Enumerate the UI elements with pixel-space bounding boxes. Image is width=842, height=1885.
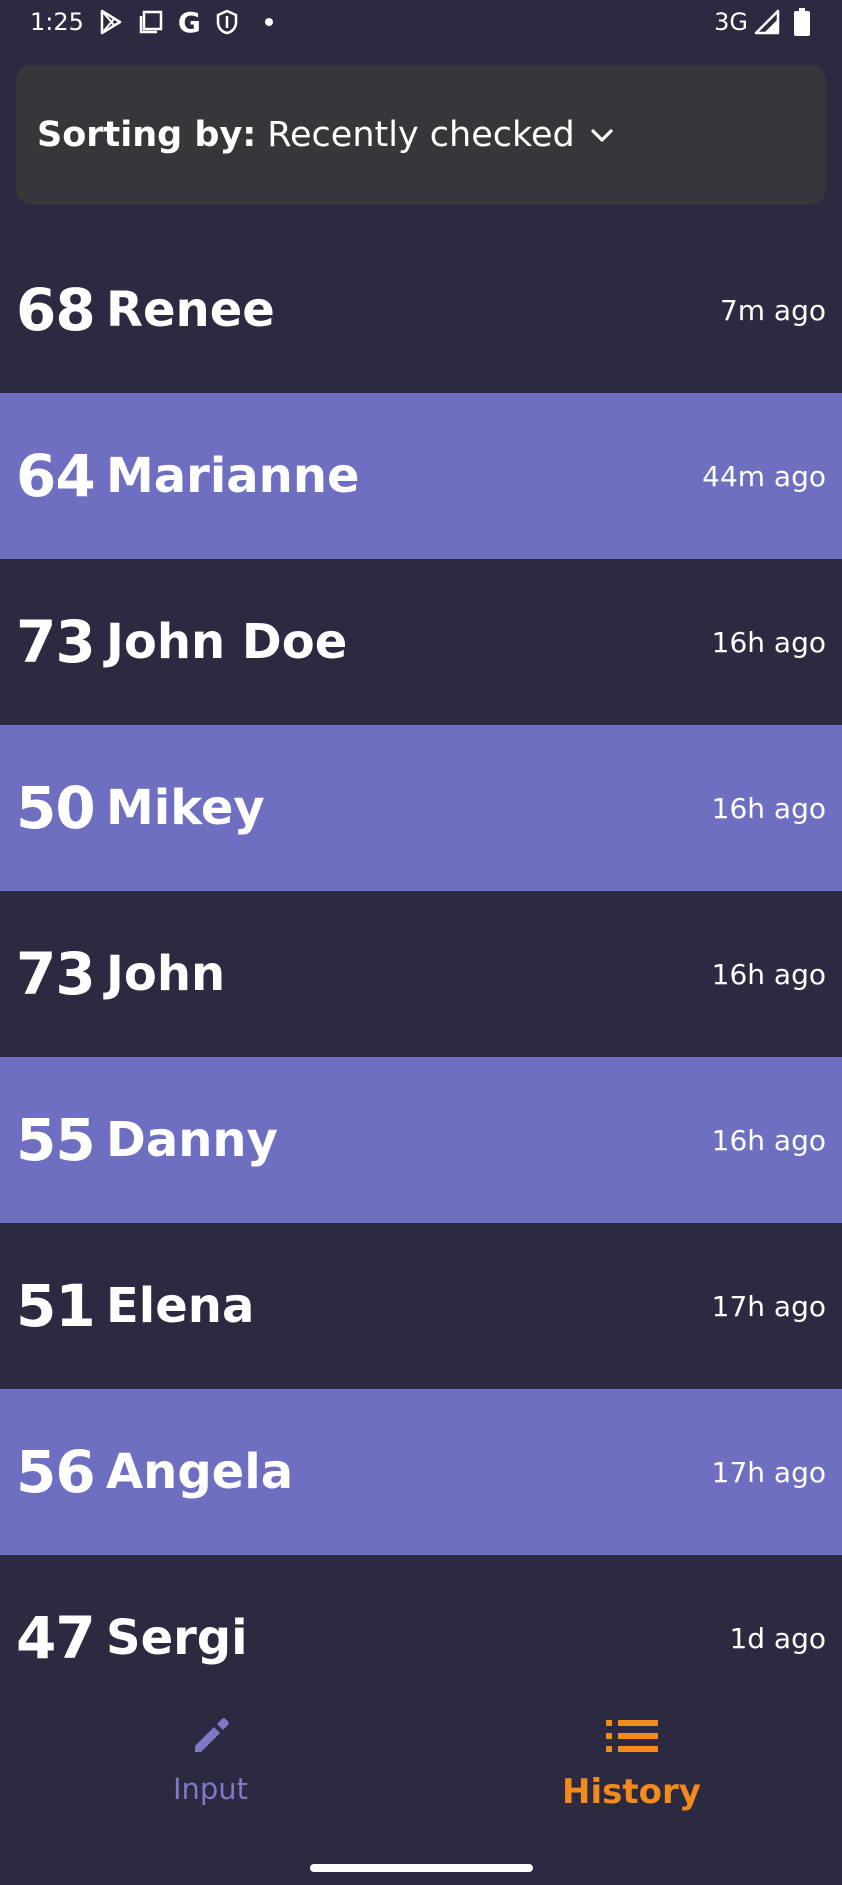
row-score: 64	[16, 442, 96, 510]
google-icon: G	[177, 5, 201, 39]
nav-input-tab[interactable]: Input	[0, 1687, 421, 1827]
row-name: Elena	[106, 1278, 255, 1334]
history-row[interactable]: 68 Renee 7m ago	[0, 227, 842, 393]
row-score: 50	[16, 774, 96, 842]
row-time: 1d ago	[729, 1621, 826, 1655]
row-score: 47	[16, 1604, 96, 1672]
row-score: 51	[16, 1272, 96, 1340]
nav-history-tab[interactable]: History	[421, 1687, 842, 1827]
row-name: Angela	[106, 1444, 294, 1500]
app-screen: 1:25 G 3G Sorting by: Recently checked 6…	[0, 0, 842, 1885]
row-time: 16h ago	[711, 791, 826, 825]
sort-label: Sorting by:	[37, 115, 257, 155]
row-time: 16h ago	[711, 625, 826, 659]
notification-dot-icon	[264, 18, 273, 26]
history-row[interactable]: 73 John 16h ago	[0, 891, 842, 1057]
row-time: 7m ago	[719, 293, 826, 327]
history-row[interactable]: 73 John Doe 16h ago	[0, 559, 842, 725]
status-left: 1:25 G	[30, 6, 273, 39]
history-list: 68 Renee 7m ago 64 Marianne 44m ago 73 J…	[0, 227, 842, 1721]
status-right: 3G	[714, 8, 810, 36]
battery-icon	[794, 8, 810, 36]
row-score: 55	[16, 1106, 96, 1174]
row-time: 16h ago	[711, 1123, 826, 1157]
row-name: Danny	[106, 1112, 278, 1168]
row-score: 73	[16, 608, 96, 676]
row-name: Sergi	[106, 1610, 248, 1666]
history-row[interactable]: 56 Angela 17h ago	[0, 1389, 842, 1555]
status-bar: 1:25 G 3G	[0, 0, 842, 44]
bottom-navigation: Input History	[0, 1687, 842, 1827]
row-name: John Doe	[106, 614, 348, 670]
signal-icon	[754, 9, 780, 35]
shield-icon	[215, 9, 239, 35]
row-name: John	[106, 946, 226, 1002]
sort-dropdown[interactable]: Sorting by: Recently checked	[16, 65, 826, 205]
sort-value: Recently checked	[267, 115, 575, 155]
row-time: 44m ago	[702, 459, 826, 493]
row-time: 17h ago	[711, 1455, 826, 1489]
history-row[interactable]: 64 Marianne 44m ago	[0, 393, 842, 559]
row-name: Marianne	[106, 448, 360, 504]
row-name: Mikey	[106, 780, 265, 836]
row-score: 56	[16, 1438, 96, 1506]
row-name: Renee	[106, 282, 275, 338]
row-score: 68	[16, 276, 96, 344]
nav-input-label: Input	[172, 1772, 249, 1806]
chevron-down-icon	[589, 115, 615, 155]
row-time: 16h ago	[711, 957, 826, 991]
list-icon	[605, 1712, 658, 1760]
screenshot-icon	[138, 9, 164, 35]
pencil-icon	[191, 1712, 231, 1760]
history-row[interactable]: 55 Danny 16h ago	[0, 1057, 842, 1223]
row-time: 17h ago	[711, 1289, 826, 1323]
row-score: 73	[16, 940, 96, 1008]
play-store-icon	[98, 9, 124, 35]
network-type: 3G	[714, 8, 748, 36]
status-time: 1:25	[30, 8, 84, 36]
home-indicator[interactable]	[310, 1864, 533, 1872]
history-row[interactable]: 50 Mikey 16h ago	[0, 725, 842, 891]
nav-history-label: History	[562, 1772, 701, 1812]
history-row[interactable]: 51 Elena 17h ago	[0, 1223, 842, 1389]
